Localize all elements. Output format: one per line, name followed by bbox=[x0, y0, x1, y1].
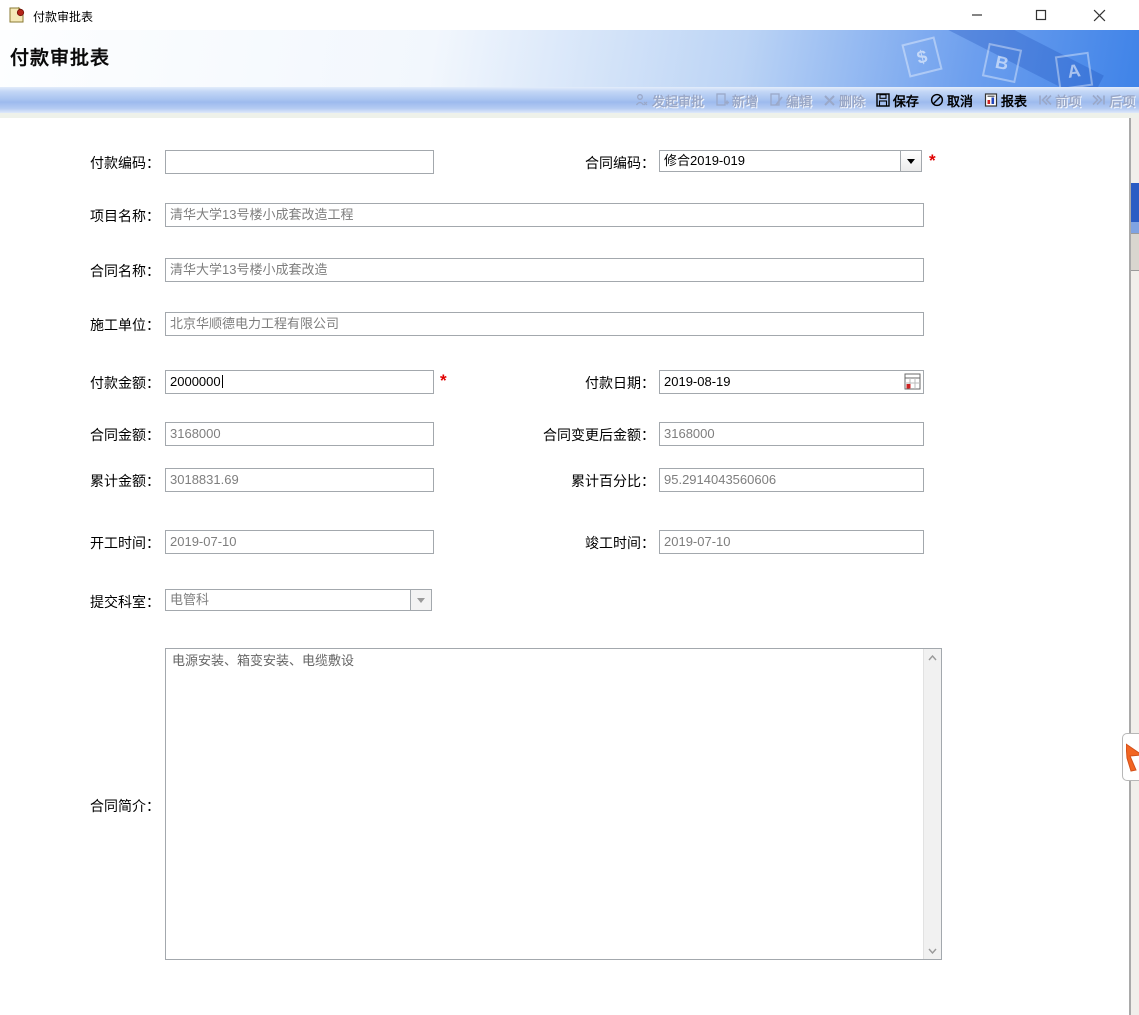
scroll-down-button[interactable] bbox=[924, 942, 941, 959]
background-fragment bbox=[1131, 183, 1139, 222]
payment-amount-label: 付款金额： bbox=[30, 373, 160, 393]
next-item-label: 后项 bbox=[1109, 91, 1135, 110]
next-item-button: 后项 bbox=[1092, 91, 1135, 110]
edit-label: 编辑 bbox=[786, 91, 812, 110]
form-header: $ B A 付款审批表 bbox=[0, 30, 1139, 87]
slide-out-handle[interactable] bbox=[1122, 733, 1139, 781]
cancel-circle-icon bbox=[930, 93, 944, 107]
report-button[interactable]: 报表 bbox=[984, 91, 1027, 110]
minimize-button[interactable] bbox=[952, 0, 1002, 30]
contract-summary-label: 合同简介： bbox=[30, 796, 160, 816]
accumulated-percentage-label: 累计百分比： bbox=[420, 471, 655, 491]
contract-amount-input: 3168000 bbox=[165, 422, 434, 446]
maximize-icon bbox=[1035, 9, 1047, 21]
memo-scrollbar[interactable] bbox=[923, 649, 941, 959]
contract-code-combobox[interactable]: 修合2019-019 bbox=[659, 150, 922, 172]
delete-button: 删除 bbox=[823, 91, 865, 110]
window-titlebar: 付款审批表 bbox=[0, 0, 1139, 30]
previous-item-icon bbox=[1038, 94, 1052, 106]
payment-date-value: 2019-08-19 bbox=[664, 374, 731, 389]
contract-summary-value: 电源安装、箱变安装、电缆敷设 bbox=[166, 649, 924, 959]
contract-code-dropdown-button[interactable] bbox=[900, 151, 921, 171]
contract-name-input: 清华大学13号楼小成套改造 bbox=[165, 258, 924, 282]
payment-code-input[interactable] bbox=[165, 150, 434, 174]
cancel-button[interactable]: 取消 bbox=[930, 91, 973, 110]
accumulated-percentage-input: 95.2914043560606 bbox=[659, 468, 924, 492]
contract-amount-label: 合同金额： bbox=[30, 425, 160, 445]
add-label: 新增 bbox=[732, 91, 758, 110]
construction-unit-label: 施工单位： bbox=[30, 315, 160, 335]
maximize-button[interactable] bbox=[1016, 0, 1066, 30]
deco-letter-block-b: B bbox=[982, 43, 1022, 83]
toolbar: 发起审批 新增 编辑 删除 保存 取消 bbox=[0, 87, 1139, 113]
edit-button: 编辑 bbox=[769, 91, 812, 110]
new-record-icon bbox=[715, 93, 729, 107]
chevron-up-icon bbox=[928, 655, 937, 661]
initiate-approval-label: 发起审批 bbox=[652, 91, 704, 110]
deco-letter-block-a: A bbox=[1055, 52, 1093, 87]
payment-date-label: 付款日期： bbox=[420, 373, 655, 393]
save-disk-icon bbox=[876, 93, 890, 107]
department-dropdown-button bbox=[410, 590, 431, 610]
accumulated-amount-input: 3018831.69 bbox=[165, 468, 434, 492]
previous-item-label: 前项 bbox=[1055, 91, 1081, 110]
previous-item-button: 前项 bbox=[1038, 91, 1081, 110]
chevron-down-icon bbox=[907, 159, 915, 164]
report-icon bbox=[984, 93, 998, 107]
add-button: 新增 bbox=[715, 91, 758, 110]
project-name-label: 项目名称： bbox=[30, 206, 160, 226]
start-date-input: 2019-07-10 bbox=[165, 530, 434, 554]
required-asterisk: * bbox=[929, 151, 936, 171]
report-label: 报表 bbox=[1001, 91, 1027, 110]
initiate-approval-icon bbox=[635, 93, 649, 107]
payment-approval-form: 付款编码： 合同编码： 修合2019-019 * 项目名称： 清华大学13号楼小… bbox=[0, 118, 1129, 1015]
close-icon bbox=[1093, 9, 1106, 22]
accumulated-amount-label: 累计金额： bbox=[30, 471, 160, 491]
scroll-up-button[interactable] bbox=[924, 649, 941, 666]
cancel-label: 取消 bbox=[947, 91, 973, 110]
edit-record-icon bbox=[769, 93, 783, 107]
deco-dollar-block: $ bbox=[901, 36, 942, 77]
document-icon bbox=[8, 6, 26, 24]
contract-name-label: 合同名称： bbox=[30, 261, 160, 281]
completion-date-label: 竣工时间： bbox=[420, 533, 655, 553]
department-value: 电管科 bbox=[166, 590, 410, 610]
close-button[interactable] bbox=[1074, 0, 1124, 30]
calendar-icon[interactable] bbox=[904, 373, 921, 390]
start-date-label: 开工时间： bbox=[30, 533, 160, 553]
chevron-down-icon bbox=[928, 948, 937, 954]
background-window-sliver bbox=[1131, 118, 1139, 1015]
payment-amount-input[interactable]: 2000000 bbox=[165, 370, 434, 394]
page-title: 付款审批表 bbox=[10, 43, 110, 70]
department-label: 提交科室： bbox=[30, 592, 160, 612]
text-caret bbox=[222, 375, 223, 388]
minimize-icon bbox=[971, 9, 983, 21]
contract-code-value: 修合2019-019 bbox=[660, 151, 900, 171]
next-item-icon bbox=[1092, 94, 1106, 106]
background-fragment bbox=[1131, 233, 1139, 271]
window-title: 付款审批表 bbox=[33, 8, 93, 25]
project-name-input: 清华大学13号楼小成套改造工程 bbox=[165, 203, 924, 227]
completion-date-input: 2019-07-10 bbox=[659, 530, 924, 554]
save-button[interactable]: 保存 bbox=[876, 91, 919, 110]
contract-code-label: 合同编码： bbox=[420, 153, 655, 173]
payment-date-input[interactable]: 2019-08-19 bbox=[659, 370, 924, 394]
payment-amount-value: 2000000 bbox=[170, 374, 221, 389]
chevron-down-icon bbox=[417, 598, 425, 603]
orange-arrow-icon bbox=[1126, 742, 1139, 772]
construction-unit-input: 北京华顺德电力工程有限公司 bbox=[165, 312, 924, 336]
header-decoration: $ B A bbox=[879, 30, 1139, 87]
initiate-approval-button: 发起审批 bbox=[635, 91, 704, 110]
department-combobox: 电管科 bbox=[165, 589, 432, 611]
payment-code-label: 付款编码： bbox=[30, 153, 160, 173]
delete-label: 删除 bbox=[839, 91, 865, 110]
contract-amount-after-change-input: 3168000 bbox=[659, 422, 924, 446]
delete-x-icon bbox=[823, 94, 836, 107]
contract-amount-after-change-label: 合同变更后金额： bbox=[420, 425, 655, 445]
save-label: 保存 bbox=[893, 91, 919, 110]
contract-summary-textarea[interactable]: 电源安装、箱变安装、电缆敷设 bbox=[165, 648, 942, 960]
